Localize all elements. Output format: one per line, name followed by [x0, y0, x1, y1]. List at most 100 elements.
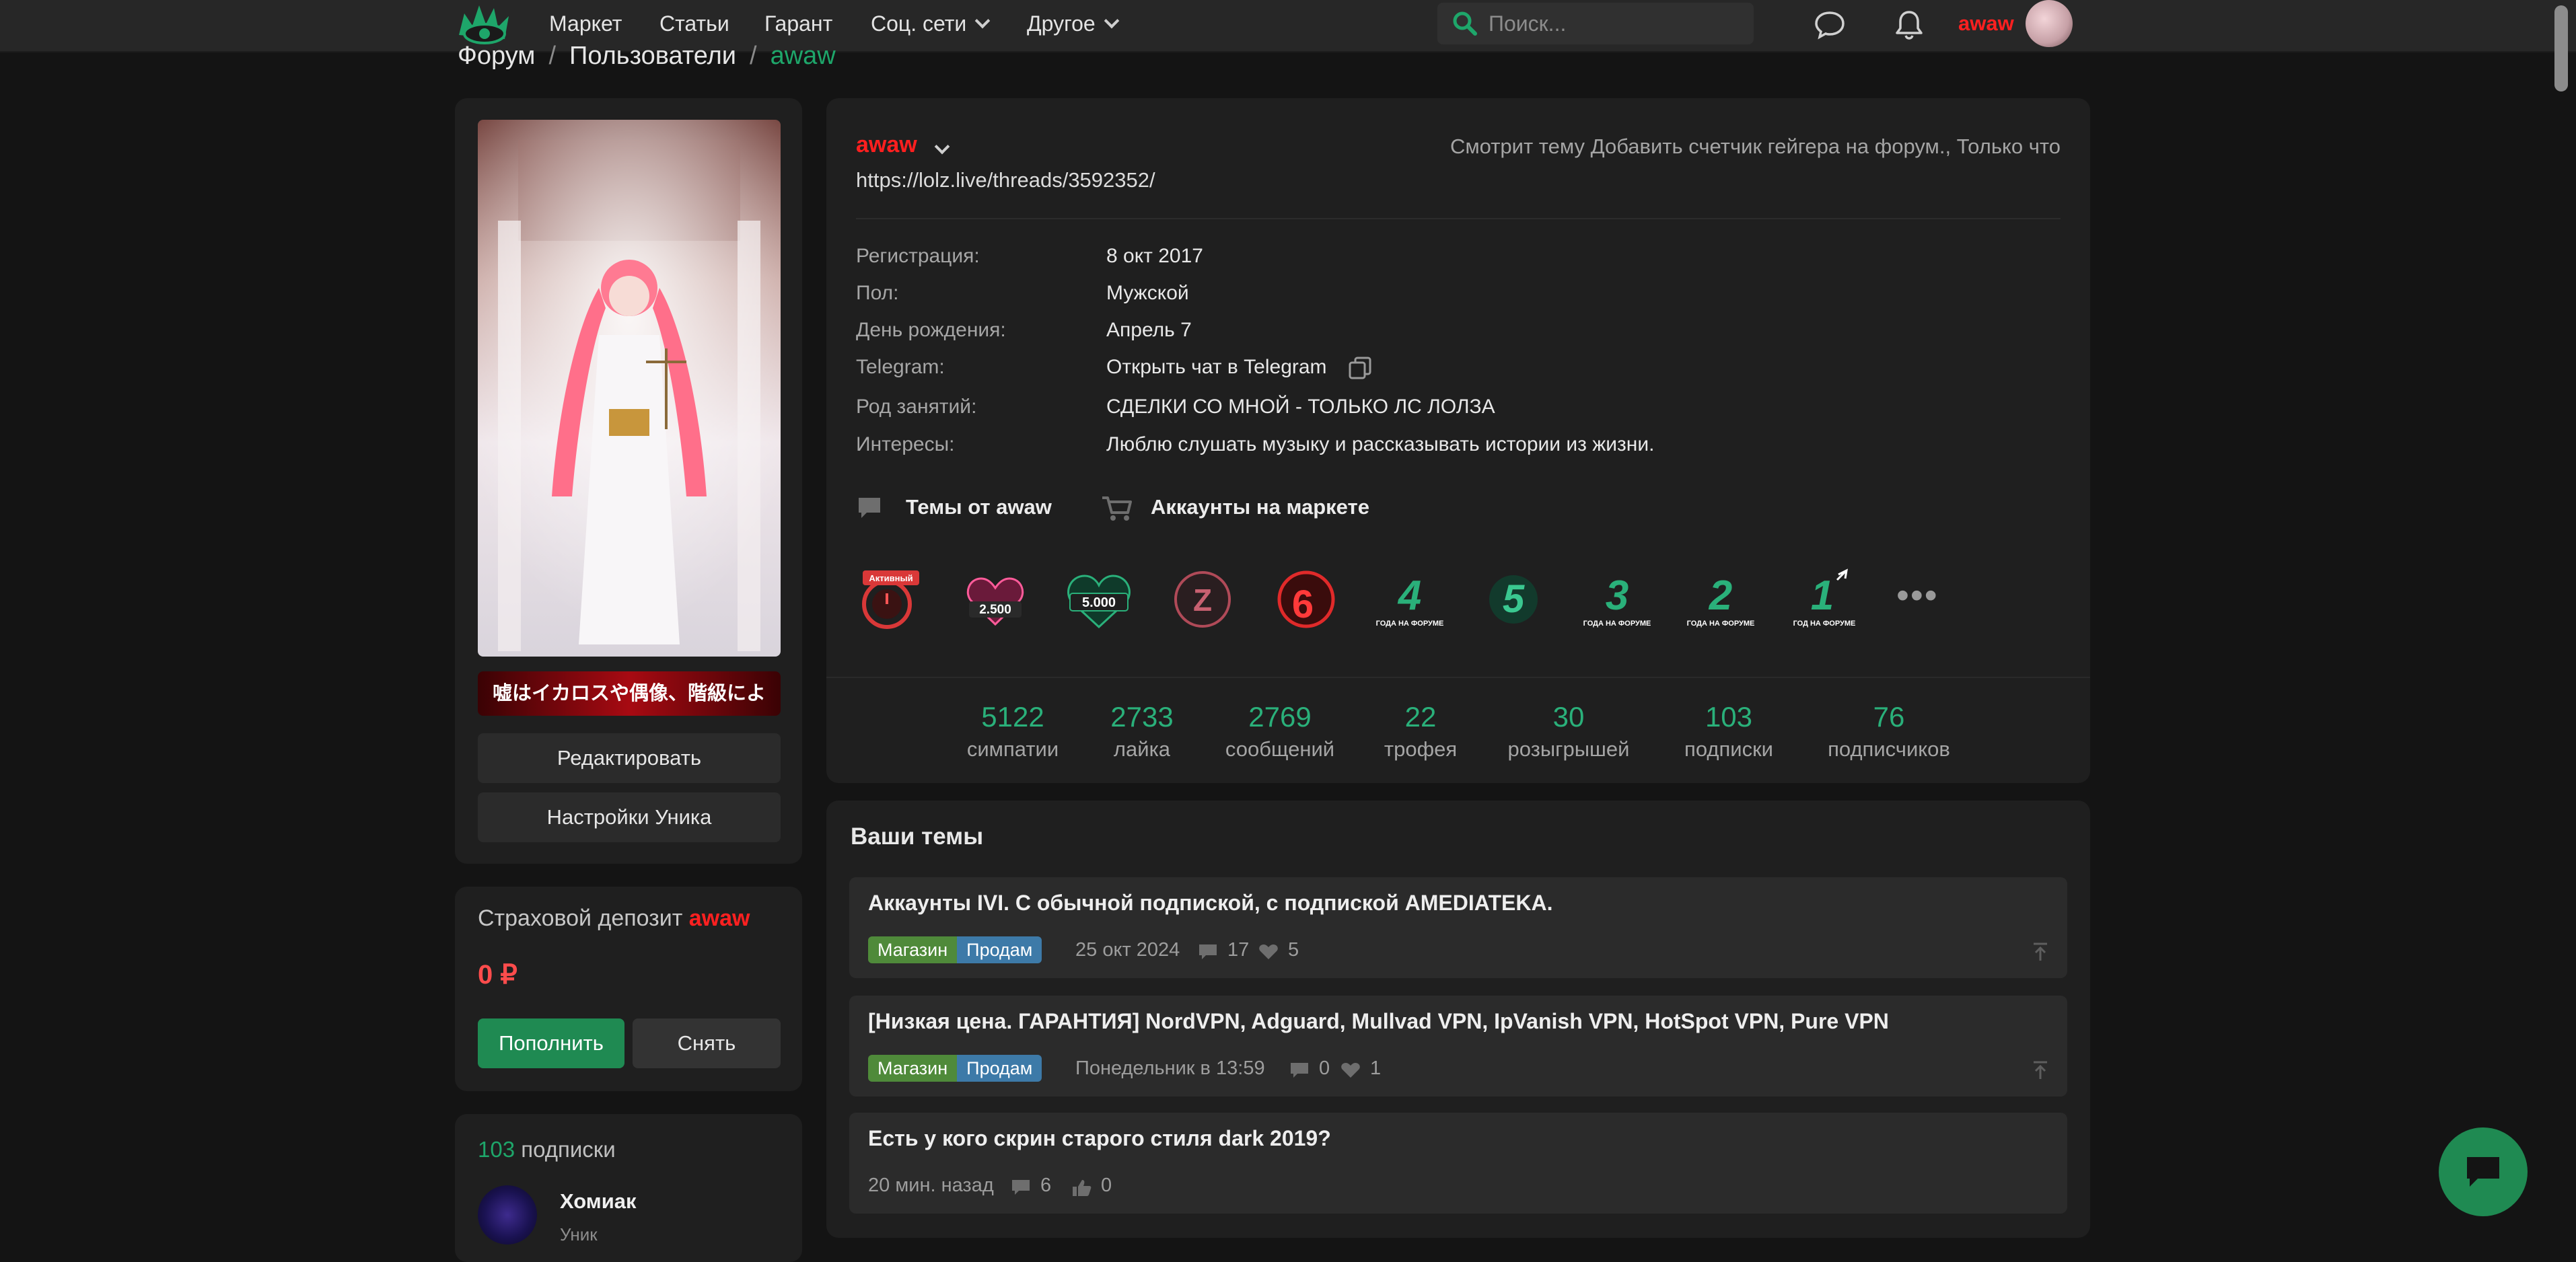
top-navbar: Маркет Статьи Гарант Соц. сети Другое aw…: [0, 0, 2576, 52]
breadcrumb-users[interactable]: Пользователи: [569, 42, 736, 70]
subscription-name[interactable]: Хомиак: [560, 1189, 637, 1214]
chat-icon: [2467, 1157, 2499, 1187]
withdraw-button[interactable]: Снять: [633, 1018, 781, 1068]
thread-title[interactable]: [Низкая цена. ГАРАНТИЯ] NordVPN, Adguard…: [868, 1009, 1889, 1034]
user-topics-link[interactable]: Темы от awaw: [856, 492, 1058, 522]
thread-item[interactable]: Аккаунты IVI. С обычной подпиской, с под…: [849, 877, 2067, 978]
stat-messages[interactable]: 2769 сообщений: [1213, 698, 1347, 763]
nav-social-dropdown[interactable]: Соц. сети: [871, 7, 991, 40]
trophy-2500-likes-icon[interactable]: 2.500: [960, 564, 1031, 635]
info-label: День рождения:: [856, 319, 1006, 341]
profile-avatar-image[interactable]: [478, 120, 781, 657]
trophy-label: 2.500: [979, 603, 1011, 617]
subscription-avatar[interactable]: [478, 1185, 537, 1245]
thread-tags: Магазин Продам: [868, 936, 1042, 963]
deposit-title: Страховой депозит awaw: [478, 905, 750, 931]
profile-username[interactable]: awaw: [856, 132, 917, 158]
thread-item[interactable]: [Низкая цена. ГАРАНТИЯ] NordVPN, Adguard…: [849, 996, 2067, 1097]
breadcrumb: Форум / Пользователи / awaw: [458, 42, 836, 70]
nav-other-dropdown[interactable]: Другое: [1027, 7, 1119, 40]
search-input[interactable]: [1489, 8, 1738, 39]
page-scrollbar[interactable]: [2554, 5, 2568, 91]
trophy-active-icon[interactable]: Активный: [856, 564, 927, 635]
nav-articles[interactable]: Статьи: [659, 7, 729, 40]
floating-chat-button[interactable]: [2439, 1127, 2528, 1216]
stat-followers[interactable]: 76 подписчиков: [1817, 698, 1961, 763]
thumbs-up-icon: [1073, 1180, 1092, 1196]
user-avatar[interactable]: [2026, 0, 2073, 47]
chevron-down-icon: [974, 13, 991, 29]
nav-market[interactable]: Маркет: [549, 7, 622, 40]
breadcrumb-current[interactable]: awaw: [771, 42, 836, 70]
thread-likes: 0: [1101, 1175, 1112, 1196]
trophy-1-year-icon[interactable]: 1 ГОД НА ФОРУМЕ: [1789, 564, 1860, 635]
thread-date: 20 мин. назад: [868, 1175, 994, 1196]
trophy-3-years-icon[interactable]: 3 ГОДА НА ФОРУМЕ: [1581, 564, 1653, 635]
stat-likes[interactable]: 2733 лайка: [1085, 698, 1199, 763]
thread-title[interactable]: Аккаунты IVI. С обычной подпиской, с под…: [868, 891, 1552, 916]
more-trophies-button[interactable]: •••: [1896, 577, 1937, 614]
threads-title: Ваши темы: [851, 823, 984, 850]
subscriptions-title[interactable]: 103 подписки: [478, 1137, 616, 1162]
trophy-label: Активный: [869, 573, 913, 583]
nav-guarantor[interactable]: Гарант: [764, 7, 832, 40]
bell-icon[interactable]: [1892, 8, 1926, 42]
chevron-down-icon: [1104, 13, 1119, 29]
edit-profile-button[interactable]: Редактировать: [478, 733, 781, 783]
stat-trophies[interactable]: 22 трофея: [1370, 698, 1471, 763]
breadcrumb-forum[interactable]: Форум: [458, 42, 535, 70]
thread-item[interactable]: Есть у кого скрин старого стиля dark 201…: [849, 1113, 2067, 1214]
info-label: Род занятий:: [856, 396, 977, 418]
comment-icon: [1012, 1180, 1030, 1195]
trophy-z-icon[interactable]: Z: [1167, 564, 1238, 635]
cart-icon: [1102, 496, 1132, 521]
comment-icon: [1291, 1063, 1308, 1078]
trophy-label: 5.000: [1082, 595, 1116, 610]
divider: [856, 218, 2061, 219]
trophy-6-icon[interactable]: 6: [1271, 564, 1342, 635]
copy-icon[interactable]: [1347, 355, 1373, 381]
search-box[interactable]: [1437, 3, 1754, 44]
info-label: Интересы:: [856, 433, 955, 455]
stat-sympathies[interactable]: 5122 симпатии: [956, 698, 1070, 763]
info-label: Пол:: [856, 282, 899, 304]
telegram-link[interactable]: Открыть чат в Telegram: [1106, 356, 1327, 379]
trophy-caption: ГОДА НА ФОРУМЕ: [1687, 620, 1755, 628]
unique-settings-button[interactable]: Настройки Уника: [478, 792, 781, 842]
info-value-interests: Люблю слушать музыку и рассказывать исто…: [1106, 433, 1655, 455]
tag-sell[interactable]: Продам: [957, 1055, 1042, 1082]
thread-date: Понедельник в 13:59: [1075, 1057, 1265, 1079]
info-value-occupation: СДЕЛКИ СО МНОЙ - ТОЛЬКО ЛС ЛОЛЗА: [1106, 396, 1495, 418]
pin-to-top-icon[interactable]: [2031, 942, 2050, 962]
info-value-birthday: Апрель 7: [1106, 319, 1192, 341]
user-banner: 嘘はイカロスや偶像、階級によ: [478, 671, 781, 716]
tag-sell[interactable]: Продам: [957, 936, 1042, 963]
info-label: Регистрация:: [856, 245, 980, 267]
tag-shop[interactable]: Магазин: [868, 936, 958, 963]
trophy-2-years-icon[interactable]: 2 ГОДА НА ФОРУМЕ: [1685, 564, 1756, 635]
trophy-label: 4: [1397, 572, 1421, 619]
chat-icon[interactable]: [1813, 8, 1847, 42]
info-value-gender: Мужской: [1106, 282, 1189, 304]
nav-username[interactable]: awaw: [1958, 7, 2014, 40]
topup-button[interactable]: Пополнить: [478, 1018, 624, 1068]
profile-link[interactable]: https://lolz.live/threads/3592352/: [856, 168, 1155, 192]
thread-tags: Магазин Продам: [868, 1055, 1042, 1082]
stat-giveaways[interactable]: 30 розыгрышей: [1497, 698, 1641, 763]
thread-likes: 5: [1288, 939, 1299, 961]
trophy-4-years-icon[interactable]: 4 ГОДА НА ФОРУМЕ: [1374, 564, 1445, 635]
trophy-label: 2: [1709, 572, 1732, 619]
trophy-5000-likes-icon[interactable]: 5.000: [1063, 564, 1135, 635]
trophy-label: 5: [1503, 577, 1525, 621]
market-accounts-link[interactable]: Аккаунты на маркете: [1101, 492, 1384, 522]
thread-date: 25 окт 2024: [1075, 939, 1180, 961]
thread-title[interactable]: Есть у кого скрин старого стиля dark 201…: [868, 1126, 1331, 1151]
tag-shop[interactable]: Магазин: [868, 1055, 958, 1082]
trophy-5-years-icon[interactable]: 5: [1478, 564, 1549, 635]
stat-following[interactable]: 103 подписки: [1672, 698, 1786, 763]
deposit-amount: 0 ₽: [478, 960, 517, 990]
eye-logo-icon[interactable]: [455, 1, 513, 46]
profile-status: Смотрит тему Добавить счетчик гейгера на…: [1450, 135, 2061, 158]
pin-to-top-icon[interactable]: [2031, 1060, 2050, 1080]
trophy-label: 1: [1811, 572, 1834, 619]
